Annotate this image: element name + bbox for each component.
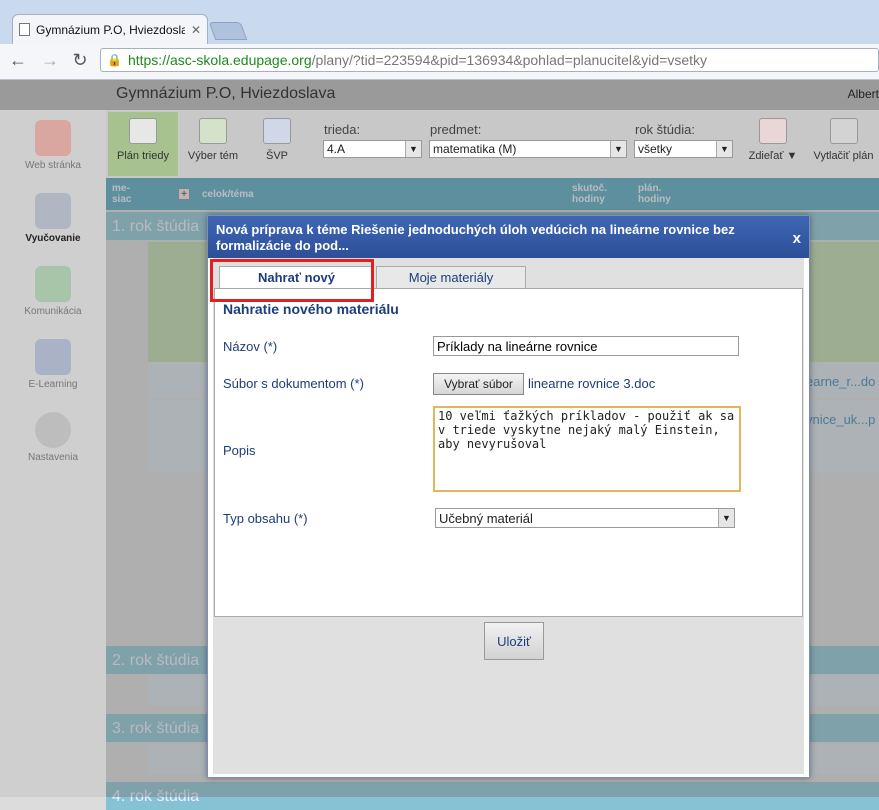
nav-item-settings[interactable]: Nastavenia xyxy=(0,412,106,463)
document-icon xyxy=(129,118,157,144)
class-value: 4.A xyxy=(327,142,346,156)
globe-icon xyxy=(35,339,71,375)
share-label: Zdieľať ▼ xyxy=(748,150,798,162)
close-button[interactable]: x xyxy=(793,230,801,247)
class-select[interactable]: 4.A ▼ xyxy=(323,140,422,158)
topics-icon xyxy=(199,118,227,144)
nav-item-web[interactable]: Web stránka xyxy=(0,120,106,171)
lock-icon: 🔒 xyxy=(107,53,122,67)
save-button[interactable]: Uložiť xyxy=(484,622,544,660)
chevron-down-icon: ▼ xyxy=(405,141,421,157)
nav-item-label: E-Learning xyxy=(28,379,78,390)
subject-select[interactable]: matematika (M) ▼ xyxy=(429,140,627,158)
forward-arrow-icon[interactable]: → xyxy=(38,48,62,72)
description-textarea[interactable]: 10 veľmi ťažkých príkladov - použiť ak s… xyxy=(433,406,741,492)
school-name: Gymnázium P.O, Hviezdoslava xyxy=(116,85,336,102)
subject-value: matematika (M) xyxy=(433,142,517,156)
browser-tab[interactable]: Gymnázium P.O, Hviezdoslava ✕ xyxy=(12,14,208,44)
gear-icon xyxy=(35,412,71,448)
nav-item-label: Nastavenia xyxy=(27,452,79,463)
year-label: rok štúdia: xyxy=(635,122,695,137)
upload-panel: Nahratie nového materiálu Názov (*) Súbo… xyxy=(214,288,803,617)
printer-icon xyxy=(829,118,858,144)
chevron-down-icon: ▼ xyxy=(610,141,626,157)
close-icon[interactable]: ✕ xyxy=(191,23,201,37)
select-topics-button[interactable]: Výber tém xyxy=(178,112,248,176)
page-icon xyxy=(19,23,30,36)
print-label: Vytlačiť plán xyxy=(813,150,874,162)
user-name[interactable]: Albert xyxy=(848,87,879,101)
tab-title: Gymnázium P.O, Hviezdoslava xyxy=(36,22,185,37)
file-label: Súbor s dokumentom (*) xyxy=(223,376,364,391)
nav-item-label: Web stránka xyxy=(25,160,81,171)
content-type-select[interactable]: Učebný materiál ▼ xyxy=(435,508,735,528)
nav-item-teaching[interactable]: Vyučovanie xyxy=(0,193,106,244)
choose-file-button[interactable]: Vybrať súbor xyxy=(433,373,524,395)
house-icon xyxy=(35,120,71,156)
subject-label: predmet: xyxy=(430,122,482,137)
chevron-down-icon: ▼ xyxy=(716,141,732,157)
year-select[interactable]: všetky ▼ xyxy=(634,140,733,158)
class-label: trieda: xyxy=(324,122,361,137)
dialog-body: Nahrať nový Moje materiály Nahratie nové… xyxy=(213,258,804,774)
nav-item-elearning[interactable]: E-Learning xyxy=(0,339,106,390)
url-input[interactable]: 🔒 https://asc-skola.edupage.org/plany/?t… xyxy=(100,48,879,72)
plan-label: Plán triedy xyxy=(117,150,169,162)
highlight-box xyxy=(210,259,374,302)
dialog-title: Nová príprava k téme Riešenie jednoduchý… xyxy=(208,216,809,258)
svp-icon xyxy=(263,118,291,144)
content-type-value: Učebný materiál xyxy=(439,510,533,526)
panel-title: Nahratie nového materiálu xyxy=(223,301,399,317)
share-button[interactable]: Zdieľať ▼ xyxy=(740,112,806,176)
new-tab-button[interactable] xyxy=(208,22,248,40)
nav-item-label: Komunikácia xyxy=(24,306,82,317)
url-path: /plany/?tid=223594&pid=136934&pohlad=pla… xyxy=(311,52,708,68)
reload-icon[interactable]: ↻ xyxy=(68,48,92,72)
svp-label: ŠVP xyxy=(265,150,288,162)
url-host: asc-skola.edupage.org xyxy=(169,52,312,68)
year-value: všetky xyxy=(638,142,673,156)
name-input[interactable] xyxy=(433,336,739,356)
upload-dialog: Nová príprava k téme Riešenie jednoduchý… xyxy=(207,215,810,778)
file-name: linearne rovnice 3.doc xyxy=(528,376,656,391)
content-type-label: Typ obsahu (*) xyxy=(223,511,308,526)
chevron-down-icon: ▼ xyxy=(718,509,734,527)
people-icon xyxy=(35,266,71,302)
teaching-icon xyxy=(35,193,71,229)
share-icon xyxy=(759,118,787,144)
plan-button[interactable]: Plán triedy xyxy=(108,112,178,176)
nav-item-communication[interactable]: Komunikácia xyxy=(0,266,106,317)
back-arrow-icon[interactable]: ← xyxy=(6,48,30,72)
svp-button[interactable]: ŠVP xyxy=(242,112,312,176)
nav-item-label: Vyučovanie xyxy=(25,233,81,244)
tab-my-materials[interactable]: Moje materiály xyxy=(376,266,526,288)
description-label: Popis xyxy=(223,443,256,458)
url-scheme: https:// xyxy=(127,52,170,68)
name-label: Názov (*) xyxy=(223,339,278,354)
print-button[interactable]: Vytlačiť plán xyxy=(808,112,879,176)
select-label: Výber tém xyxy=(187,150,239,162)
